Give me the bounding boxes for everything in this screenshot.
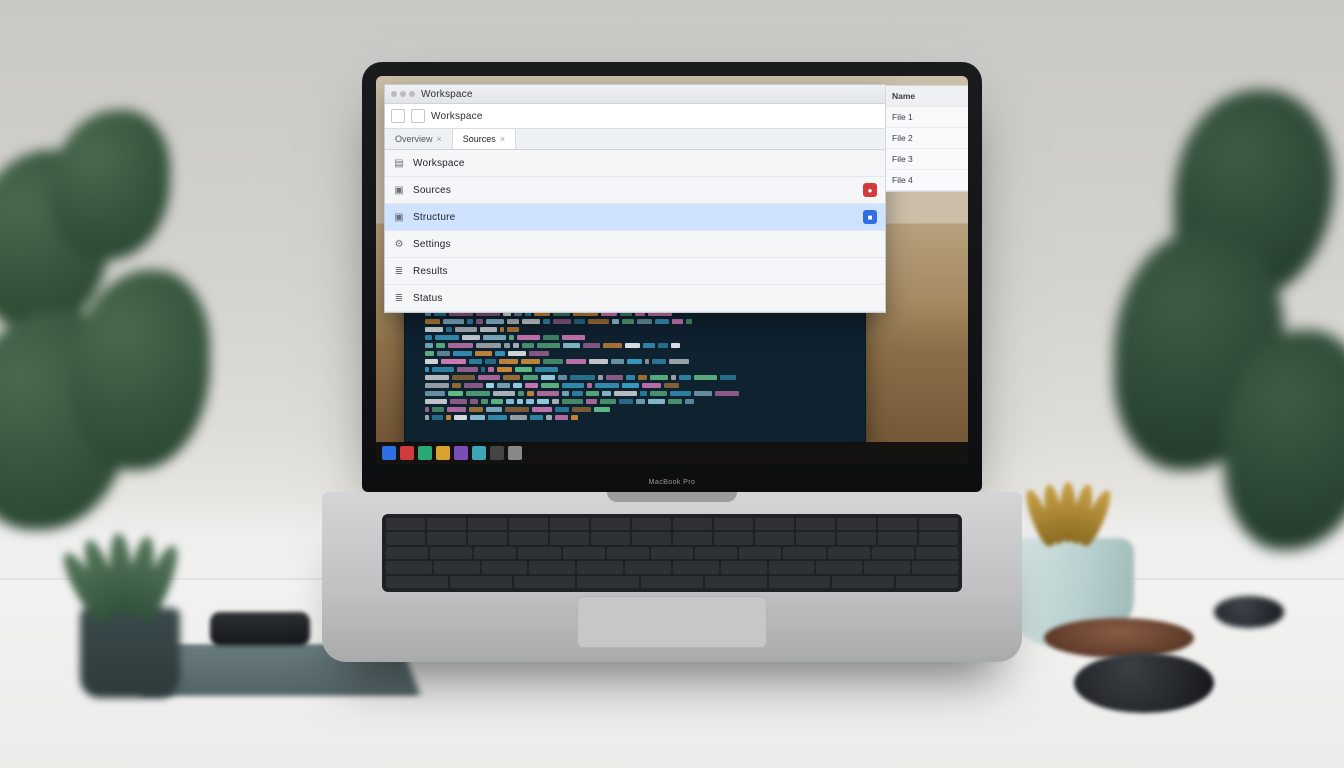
list-icon: ≣ (393, 265, 405, 277)
laptop: Workspace Workspace Overview × Sources × ▤ W… (362, 62, 982, 662)
window-controls[interactable] (391, 91, 415, 97)
cell: File 3 (892, 154, 913, 164)
plant-right (1114, 70, 1344, 630)
gear-icon: ⚙ (393, 238, 405, 250)
taskbar-item[interactable] (472, 446, 486, 460)
list-item-label: Settings (413, 239, 451, 250)
side-panel-row[interactable]: File 13.1 K (886, 107, 968, 128)
breadcrumb: Workspace (431, 111, 483, 122)
taskbar-item[interactable] (508, 446, 522, 460)
laptop-lid: Workspace Workspace Overview × Sources × ▤ W… (362, 62, 982, 492)
side-panel-header: NameSize (886, 86, 968, 107)
cell: File 2 (892, 133, 913, 143)
toolbar: Workspace (385, 104, 885, 129)
status-badge: ■ (863, 210, 877, 224)
list-item-label: Workspace (413, 158, 465, 169)
forward-button[interactable] (411, 109, 425, 123)
tab-label: Sources (463, 134, 496, 144)
document-icon: ▤ (393, 157, 405, 169)
laptop-screen: Workspace Workspace Overview × Sources × ▤ W… (376, 76, 968, 464)
status-badge: ● (863, 183, 877, 197)
list: ▤ Workspace ▣ Sources ● ▣ Structure ■ ⚙ Settings ≣… (385, 150, 885, 312)
list-item-label: Sources (413, 185, 451, 196)
tab-sources[interactable]: Sources × (453, 129, 516, 149)
list-item-label: Structure (413, 212, 455, 223)
accessory-puck (1214, 596, 1284, 628)
list-item[interactable]: ▤ Workspace (385, 150, 885, 177)
taskbar-item[interactable] (382, 446, 396, 460)
taskbar-item[interactable] (400, 446, 414, 460)
succulent-pot (50, 498, 210, 698)
taskbar[interactable] (376, 442, 968, 464)
close-icon[interactable]: × (437, 134, 442, 144)
folder-icon: ▣ (393, 184, 405, 196)
list-item[interactable]: ⚙ Settings (385, 231, 885, 258)
wireless-mouse (1074, 653, 1214, 713)
list-item-label: Results (413, 266, 448, 277)
list-item[interactable]: ≣ Results (385, 258, 885, 285)
col-header: Name (892, 91, 915, 101)
taskbar-item[interactable] (418, 446, 432, 460)
laptop-deck (322, 492, 1022, 662)
close-icon[interactable]: × (500, 134, 505, 144)
wooden-dish (1044, 618, 1194, 658)
keyboard[interactable] (382, 514, 962, 592)
cell: File 4 (892, 175, 913, 185)
side-panel-row[interactable]: File 33.1 K (886, 149, 968, 170)
cell: File 1 (892, 112, 913, 122)
tab-bar: Overview × Sources × (385, 129, 885, 150)
app-window[interactable]: Workspace Workspace Overview × Sources × ▤ W… (384, 84, 886, 313)
list-item-label: Status (413, 293, 443, 304)
list-item[interactable]: ▣ Structure ■ (385, 204, 885, 231)
list-icon: ≣ (393, 292, 405, 304)
folder-icon: ▣ (393, 211, 405, 223)
taskbar-item[interactable] (490, 446, 504, 460)
list-item[interactable]: ▣ Sources ● (385, 177, 885, 204)
tab-overview[interactable]: Overview × (385, 129, 453, 149)
window-title: Workspace (421, 89, 473, 100)
side-panel: NameSizeFile 13.1 KFile 21.8 KFile 33.1 … (885, 85, 968, 192)
phone (210, 612, 310, 646)
side-panel-row[interactable]: File 43.1 K (886, 170, 968, 191)
scene-photo: Workspace Workspace Overview × Sources × ▤ W… (0, 0, 1344, 768)
tab-label: Overview (395, 134, 433, 144)
list-item[interactable]: ≣ Status (385, 285, 885, 312)
taskbar-item[interactable] (436, 446, 450, 460)
taskbar-item[interactable] (454, 446, 468, 460)
laptop-model-label: MacBook Pro (649, 479, 696, 486)
window-titlebar[interactable]: Workspace (385, 85, 885, 104)
side-panel-row[interactable]: File 21.8 K (886, 128, 968, 149)
back-button[interactable] (391, 109, 405, 123)
trackpad[interactable] (577, 596, 767, 648)
